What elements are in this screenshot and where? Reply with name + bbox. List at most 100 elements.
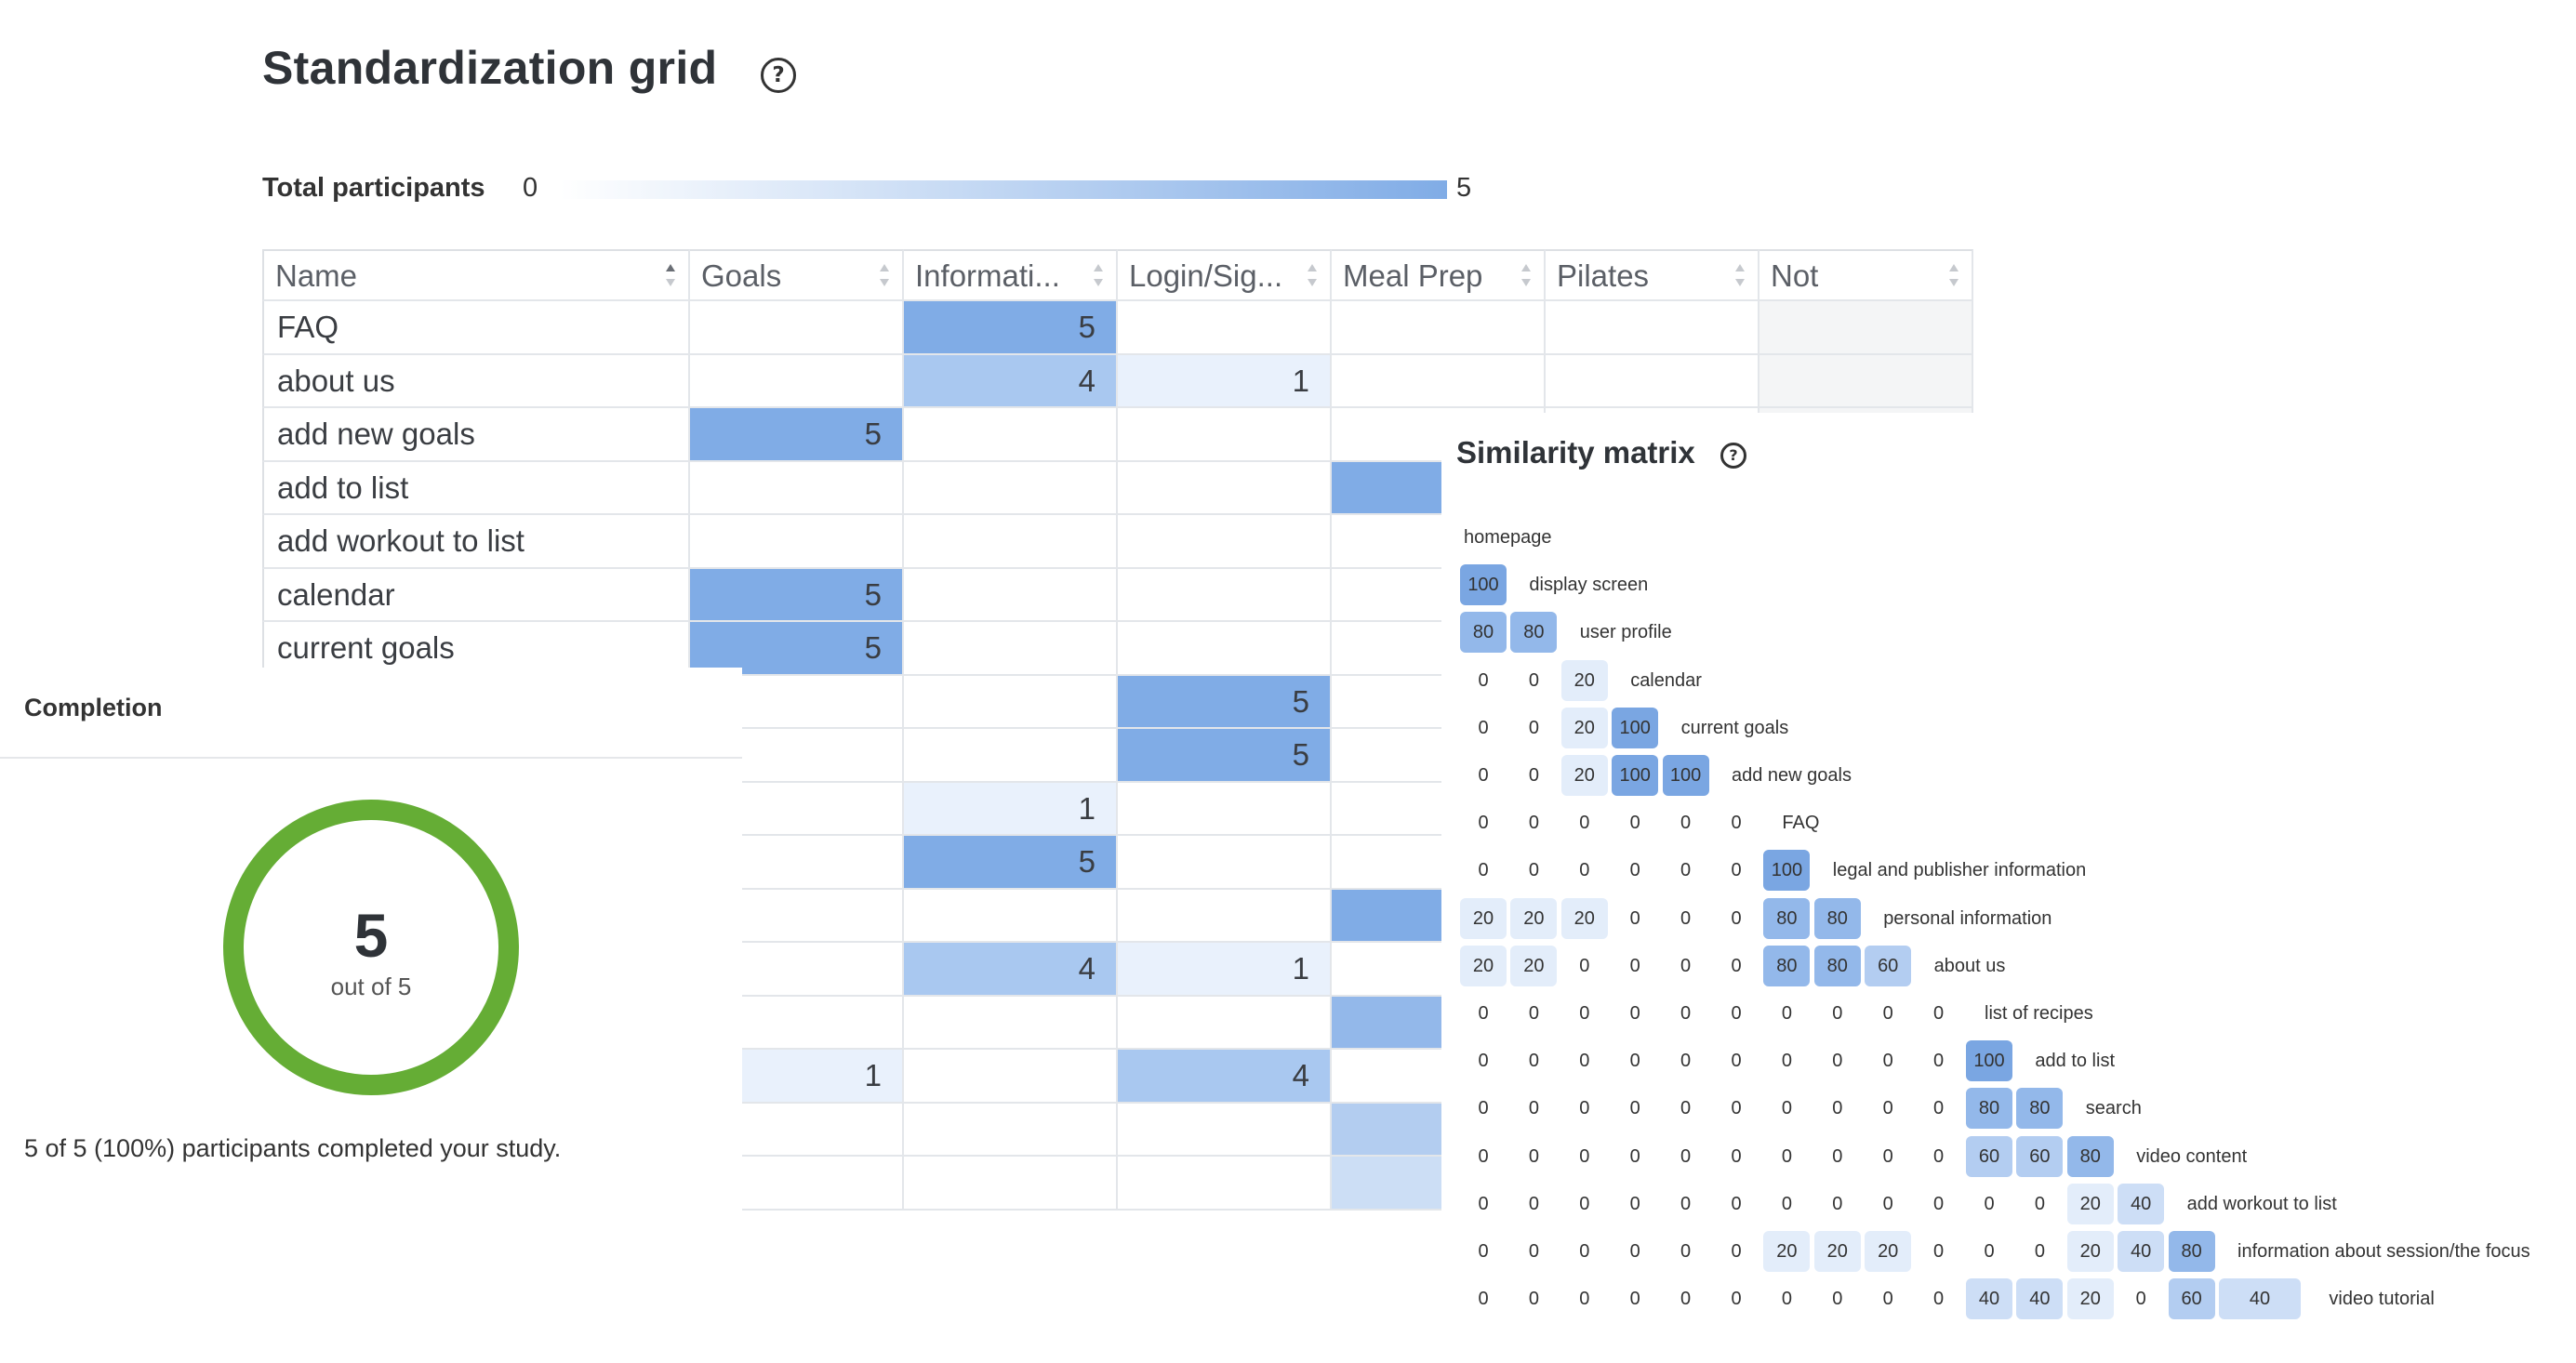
similarity-cell: 20 <box>2066 1183 2114 1224</box>
similarity-cell: 0 <box>1731 1193 1742 1214</box>
similarity-cell: 0 <box>1832 1003 1843 1024</box>
similarity-cell: 60 <box>2016 1135 2064 1177</box>
grid-cell <box>690 301 904 355</box>
column-header[interactable]: Pilates <box>1546 249 1759 301</box>
similarity-label: personal information <box>1883 907 2052 929</box>
similarity-label: calendar <box>1630 669 1702 691</box>
column-header[interactable]: Meal Prep <box>1332 249 1546 301</box>
similarity-cell: 0 <box>1781 1289 1792 1310</box>
similarity-cell: 0 <box>1731 1003 1742 1024</box>
similarity-cell: 0 <box>1528 1193 1539 1214</box>
grid-cell <box>1546 354 1759 408</box>
grid-cell <box>690 354 904 408</box>
grid-cell: 5 <box>1118 729 1332 783</box>
similarity-cell: 0 <box>1680 1145 1692 1167</box>
similarity-cell: 0 <box>1528 717 1539 738</box>
similarity-cell: 100 <box>1612 755 1659 796</box>
similarity-cell: 0 <box>2135 1289 2146 1310</box>
similarity-cell: 20 <box>1560 897 1608 939</box>
similarity-cell: 0 <box>1731 860 1742 881</box>
similarity-cell: 0 <box>1579 955 1590 976</box>
similarity-cell: 0 <box>1528 1145 1539 1167</box>
similarity-cell: 0 <box>1731 1098 1742 1119</box>
sort-icon[interactable] <box>1733 260 1746 290</box>
similarity-label: add new goals <box>1732 765 1852 786</box>
column-header[interactable]: Name <box>262 249 690 301</box>
grid-cell: 4 <box>904 943 1118 997</box>
similarity-label: legal and publisher information <box>1832 860 2087 881</box>
total-participants-scale <box>560 180 1447 199</box>
similarity-cell: 0 <box>1629 955 1640 976</box>
similarity-cell: 0 <box>1478 1051 1489 1072</box>
similarity-cell: 0 <box>1629 1051 1640 1072</box>
grid-cell <box>904 1103 1118 1157</box>
grid-cell: 4 <box>1118 1050 1332 1104</box>
similarity-label: video content <box>2136 1145 2248 1167</box>
total-participants-label: Total participants <box>262 173 485 203</box>
similarity-cell: 0 <box>1629 1098 1640 1119</box>
similarity-cell: 100 <box>1966 1040 2012 1082</box>
grid-cell <box>904 889 1118 943</box>
column-header[interactable]: Not standardized <box>1759 249 1973 343</box>
similarity-cell: 0 <box>1528 1289 1539 1310</box>
similarity-cell: 20 <box>1560 707 1608 748</box>
sort-icon[interactable] <box>878 260 891 290</box>
similarity-label: add to list <box>2035 1051 2115 1072</box>
grid-cell <box>904 461 1118 515</box>
column-header[interactable]: Goals <box>690 249 904 301</box>
similarity-cell: 0 <box>1579 1145 1590 1167</box>
similarity-cell: 0 <box>1629 907 1640 929</box>
column-header-label: Pilates <box>1557 258 1650 293</box>
row-name: add to list <box>262 461 690 515</box>
sort-icon[interactable] <box>1520 260 1533 290</box>
column-header-label: Meal Prep <box>1343 258 1483 293</box>
similarity-cell: 20 <box>2066 1278 2114 1320</box>
grid-cell <box>904 1050 1118 1104</box>
similarity-cell: 0 <box>1882 1193 1893 1214</box>
similarity-cell: 40 <box>2118 1183 2165 1224</box>
similarity-cell: 0 <box>1680 860 1692 881</box>
similarity-title: Similarity matrix <box>1456 435 1695 470</box>
similarity-cell: 80 <box>1813 897 1861 939</box>
similarity-cell: 0 <box>1579 1051 1590 1072</box>
row-name: calendar <box>262 568 690 622</box>
similarity-cell: 0 <box>1882 1098 1893 1119</box>
similarity-cell: 0 <box>1680 1051 1692 1072</box>
grid-cell <box>1118 1157 1332 1211</box>
sort-icon[interactable] <box>1092 260 1105 290</box>
similarity-cell: 20 <box>1460 945 1507 986</box>
help-icon[interactable]: ? <box>761 58 796 93</box>
grid-cell <box>1118 461 1332 515</box>
similarity-label: user profile <box>1579 622 1672 643</box>
similarity-matrix: Similarity matrix ? homepage 100 display s… <box>1441 413 2576 1363</box>
row-name: add new goals <box>262 408 690 462</box>
similarity-cell: 0 <box>1680 1289 1692 1310</box>
similarity-cell: 0 <box>1629 813 1640 834</box>
grid-cell <box>1118 568 1332 622</box>
similarity-cell: 0 <box>1882 1003 1893 1024</box>
similarity-cell: 0 <box>1478 1241 1489 1262</box>
similarity-cell: 0 <box>1933 1241 1945 1262</box>
similarity-cell: 0 <box>1579 1193 1590 1214</box>
similarity-cell: 0 <box>1680 813 1692 834</box>
similarity-cell: 0 <box>1478 1098 1489 1119</box>
similarity-cell: 0 <box>1629 1241 1640 1262</box>
similarity-label: list of recipes <box>1985 1003 2093 1024</box>
similarity-cell: 20 <box>1865 1231 1912 1272</box>
grid-cell <box>1118 301 1332 355</box>
column-header[interactable]: Login/Sig... <box>1118 249 1332 301</box>
row-name: FAQ <box>262 301 690 355</box>
similarity-cell: 0 <box>1731 1051 1742 1072</box>
grid-cell: 5 <box>904 836 1118 890</box>
sort-icon[interactable] <box>1306 260 1319 290</box>
similarity-cell: 0 <box>1781 1003 1792 1024</box>
sort-icon[interactable] <box>1947 260 1960 290</box>
similarity-cell: 80 <box>2066 1135 2114 1177</box>
similarity-cell: 100 <box>1763 850 1811 892</box>
column-header[interactable]: Informati... <box>904 249 1118 301</box>
similarity-cell: 80 <box>1510 612 1558 654</box>
sort-icon[interactable] <box>664 260 677 290</box>
similarity-cell: 0 <box>1579 1003 1590 1024</box>
help-icon[interactable]: ? <box>1720 443 1746 469</box>
similarity-cell: 80 <box>2016 1088 2064 1130</box>
